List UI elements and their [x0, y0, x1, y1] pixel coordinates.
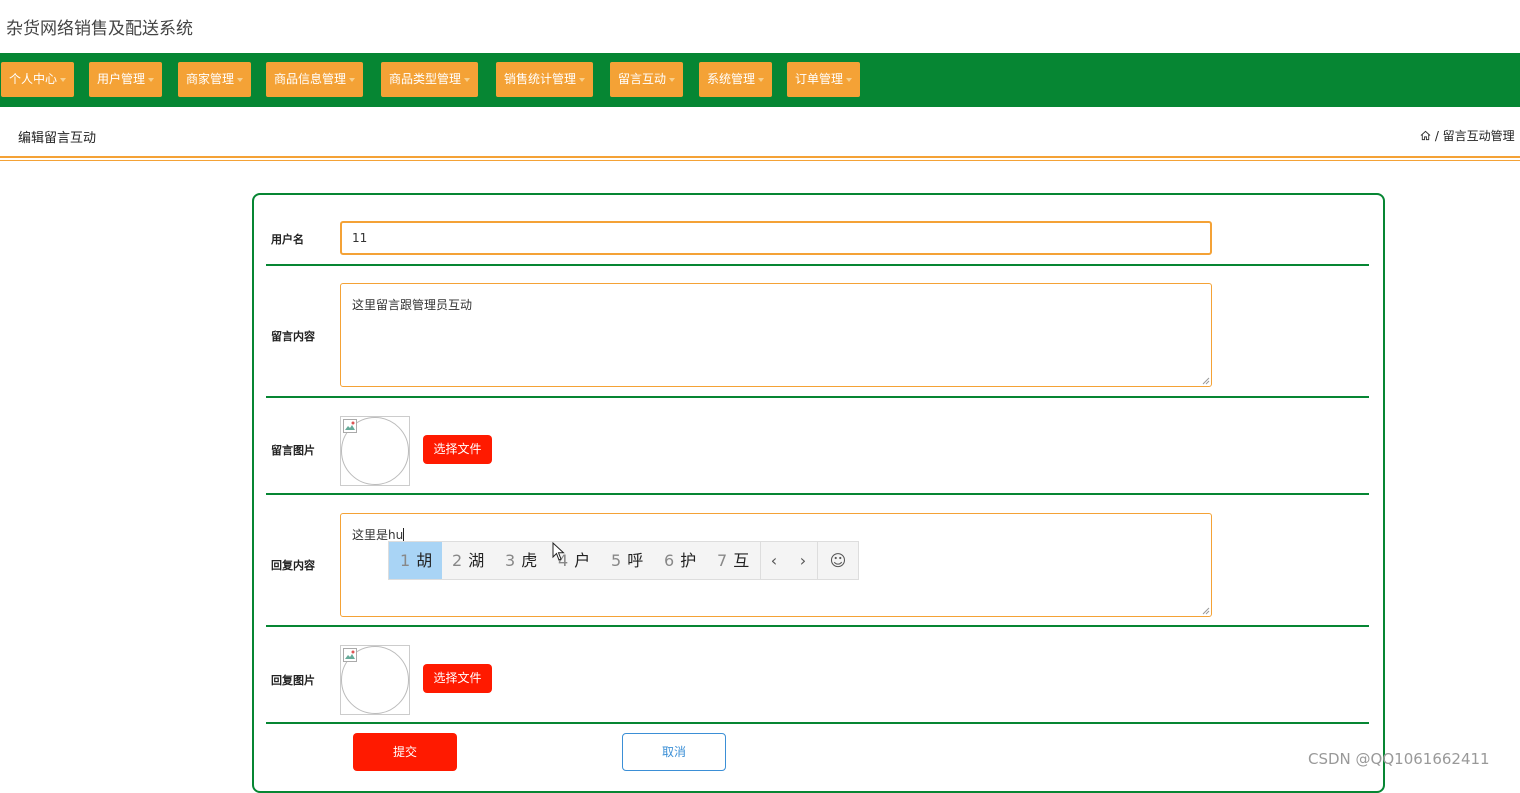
broken-image-icon [343, 419, 357, 433]
caret-down-icon [148, 77, 155, 82]
choose-reply-image-button[interactable]: 选择文件 [423, 664, 492, 693]
app-title: 杂货网络销售及配送系统 [6, 19, 193, 39]
reply-image-label: 回复图片 [271, 674, 315, 687]
ime-emoji-icon[interactable]: ☺ [825, 542, 851, 579]
row-divider [266, 722, 1369, 724]
caret-down-icon [846, 77, 853, 82]
ime-candidate-popup: 1胡 2湖 3虎 4户 5呼 6护 7互 ‹ › ☺ [388, 541, 859, 580]
message-content-text: 这里留言跟管理员互动 [352, 298, 473, 312]
ime-candidate-text: 虎 [521, 551, 538, 570]
nav-item-message-interaction[interactable]: 留言互动 [610, 62, 684, 97]
caret-down-icon [464, 77, 471, 82]
reply-image-preview [340, 645, 410, 715]
nav-item-system-management[interactable]: 系统管理 [699, 62, 773, 97]
ime-candidate-number: 1 [400, 551, 411, 570]
reply-content-text: 这里是 [352, 528, 389, 542]
text-caret [403, 528, 405, 541]
nav-item-label: 商品信息管理 [274, 72, 347, 86]
divider [0, 160, 1520, 161]
nav-item-product-type-management[interactable]: 商品类型管理 [381, 62, 479, 97]
ime-candidate[interactable]: 5呼 [611, 542, 643, 579]
ime-candidate-number: 6 [664, 551, 675, 570]
nav-item-label: 用户管理 [97, 72, 146, 86]
ime-candidate-text: 胡 [416, 551, 433, 570]
row-divider [266, 396, 1369, 398]
nav-item-order-management[interactable]: 订单管理 [787, 62, 861, 97]
nav-item-label: 订单管理 [795, 72, 844, 86]
ime-candidate-text: 户 [574, 551, 591, 570]
ime-candidate-number: 5 [611, 551, 622, 570]
nav-item-label: 商品类型管理 [389, 72, 462, 86]
main-navbar: 个人中心 用户管理 商家管理 商品信息管理 商品类型管理 销售统计管理 留言互动… [0, 53, 1520, 107]
ime-candidate-number: 7 [717, 551, 728, 570]
nav-item-label: 个人中心 [9, 72, 58, 86]
mouse-cursor-icon [552, 542, 565, 561]
nav-item-merchant-management[interactable]: 商家管理 [178, 62, 252, 97]
ime-separator [817, 542, 818, 579]
ime-candidate-number: 2 [452, 551, 463, 570]
caret-down-icon [349, 77, 356, 82]
resize-grip-icon[interactable] [1202, 377, 1210, 385]
caret-down-icon [60, 77, 67, 82]
ime-candidate[interactable]: 6护 [664, 542, 696, 579]
nav-item-product-info-management[interactable]: 商品信息管理 [266, 62, 364, 97]
breadcrumb: / 留言互动管理 [1420, 127, 1520, 144]
username-field[interactable]: 11 [340, 221, 1212, 255]
ime-candidate[interactable]: 1胡 [389, 542, 442, 579]
choose-message-image-button[interactable]: 选择文件 [423, 435, 492, 464]
message-image-preview [340, 416, 410, 486]
nav-item-label: 留言互动 [618, 72, 667, 86]
nav-item-personal-center[interactable]: 个人中心 [1, 62, 75, 97]
username-label: 用户名 [271, 233, 304, 246]
broken-image-icon [343, 648, 357, 662]
ime-candidate-text: 呼 [627, 551, 644, 570]
ime-candidate-text: 护 [680, 551, 697, 570]
message-content-textarea[interactable]: 这里留言跟管理员互动 [340, 283, 1212, 387]
message-image-label: 留言图片 [271, 444, 315, 457]
caret-down-icon [758, 77, 765, 82]
subheader: 编辑留言互动 / 留言互动管理 [0, 107, 1520, 162]
nav-item-user-management[interactable]: 用户管理 [89, 62, 163, 97]
page-title: 编辑留言互动 [18, 131, 97, 146]
ime-candidate[interactable]: 7互 [717, 542, 749, 579]
resize-grip-icon[interactable] [1202, 607, 1210, 615]
row-divider [266, 493, 1369, 495]
caret-down-icon [579, 77, 586, 82]
divider [0, 156, 1520, 158]
caret-down-icon [237, 77, 244, 82]
ime-candidate[interactable]: 2湖 [452, 542, 484, 579]
breadcrumb-trail[interactable]: / 留言互动管理 [1435, 129, 1515, 143]
submit-button[interactable]: 提交 [353, 733, 457, 771]
watermark: CSDN @QQ1061662411 [1308, 750, 1490, 768]
ime-next-page-icon[interactable]: › [790, 542, 816, 579]
caret-down-icon [669, 77, 676, 82]
cancel-button[interactable]: 取消 [622, 733, 726, 771]
message-content-label: 留言内容 [271, 330, 315, 343]
nav-item-label: 商家管理 [186, 72, 235, 86]
ime-prev-page-icon[interactable]: ‹ [761, 542, 787, 579]
ime-candidate-text: 湖 [468, 551, 485, 570]
ime-candidate-text: 互 [733, 551, 750, 570]
row-divider [266, 625, 1369, 627]
ime-candidate[interactable]: 3虎 [505, 542, 537, 579]
nav-item-label: 系统管理 [707, 72, 756, 86]
ime-candidate-number: 3 [505, 551, 516, 570]
home-icon[interactable] [1420, 130, 1431, 141]
row-divider [266, 264, 1369, 266]
nav-item-label: 销售统计管理 [504, 72, 577, 86]
reply-content-label: 回复内容 [271, 559, 315, 572]
nav-item-sales-statistics[interactable]: 销售统计管理 [496, 62, 594, 97]
